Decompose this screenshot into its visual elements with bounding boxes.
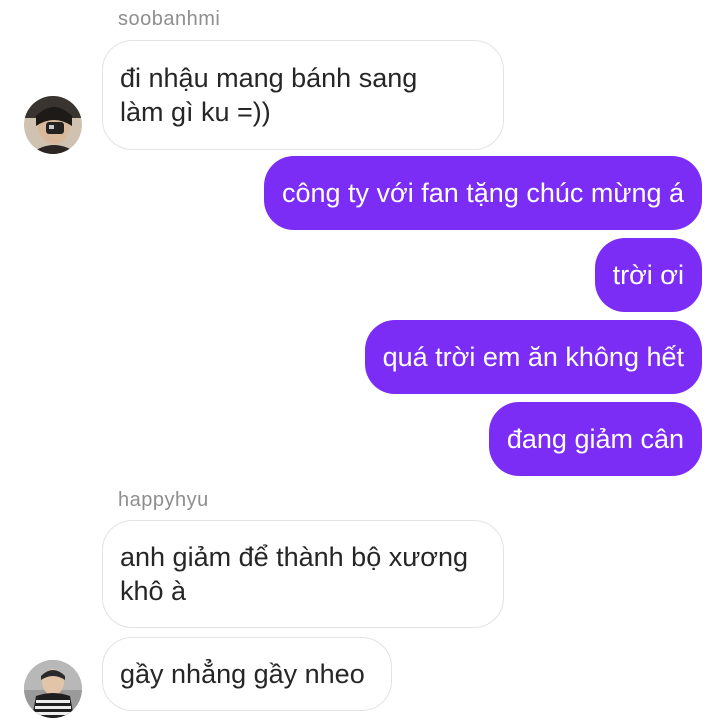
outgoing-message[interactable]: trời ơi [594,238,702,312]
incoming-message[interactable]: anh giảm để thành bộ xương khô à [102,520,504,628]
outgoing-message[interactable]: quá trời em ăn không hết [364,320,702,394]
outgoing-message[interactable]: đang giảm cân [488,402,702,476]
message-text: công ty với fan tặng chúc mừng á [282,177,684,208]
message-text: anh giảm để thành bộ xương khô à [120,542,469,606]
message-text: đi nhậu mang bánh sang làm gì ku =)) [120,63,418,127]
incoming-message[interactable]: gầy nhẳng gầy nheo [102,637,392,711]
incoming-message[interactable]: đi nhậu mang bánh sang làm gì ku =)) [102,40,504,150]
user-avatar-dark-icon [24,96,82,154]
sender-name: soobanhmi [118,8,221,30]
sender-name: happyhyu [118,489,209,511]
sender-avatar[interactable] [24,96,82,154]
message-text: gầy nhẳng gầy nheo [120,659,365,689]
sender-avatar[interactable] [24,660,82,718]
message-text: quá trời em ăn không hết [382,341,684,372]
outgoing-message[interactable]: công ty với fan tặng chúc mừng á [264,156,702,230]
message-text: trời ơi [612,259,684,290]
user-avatar-striped-icon [24,660,82,718]
message-text: đang giảm cân [506,423,684,454]
